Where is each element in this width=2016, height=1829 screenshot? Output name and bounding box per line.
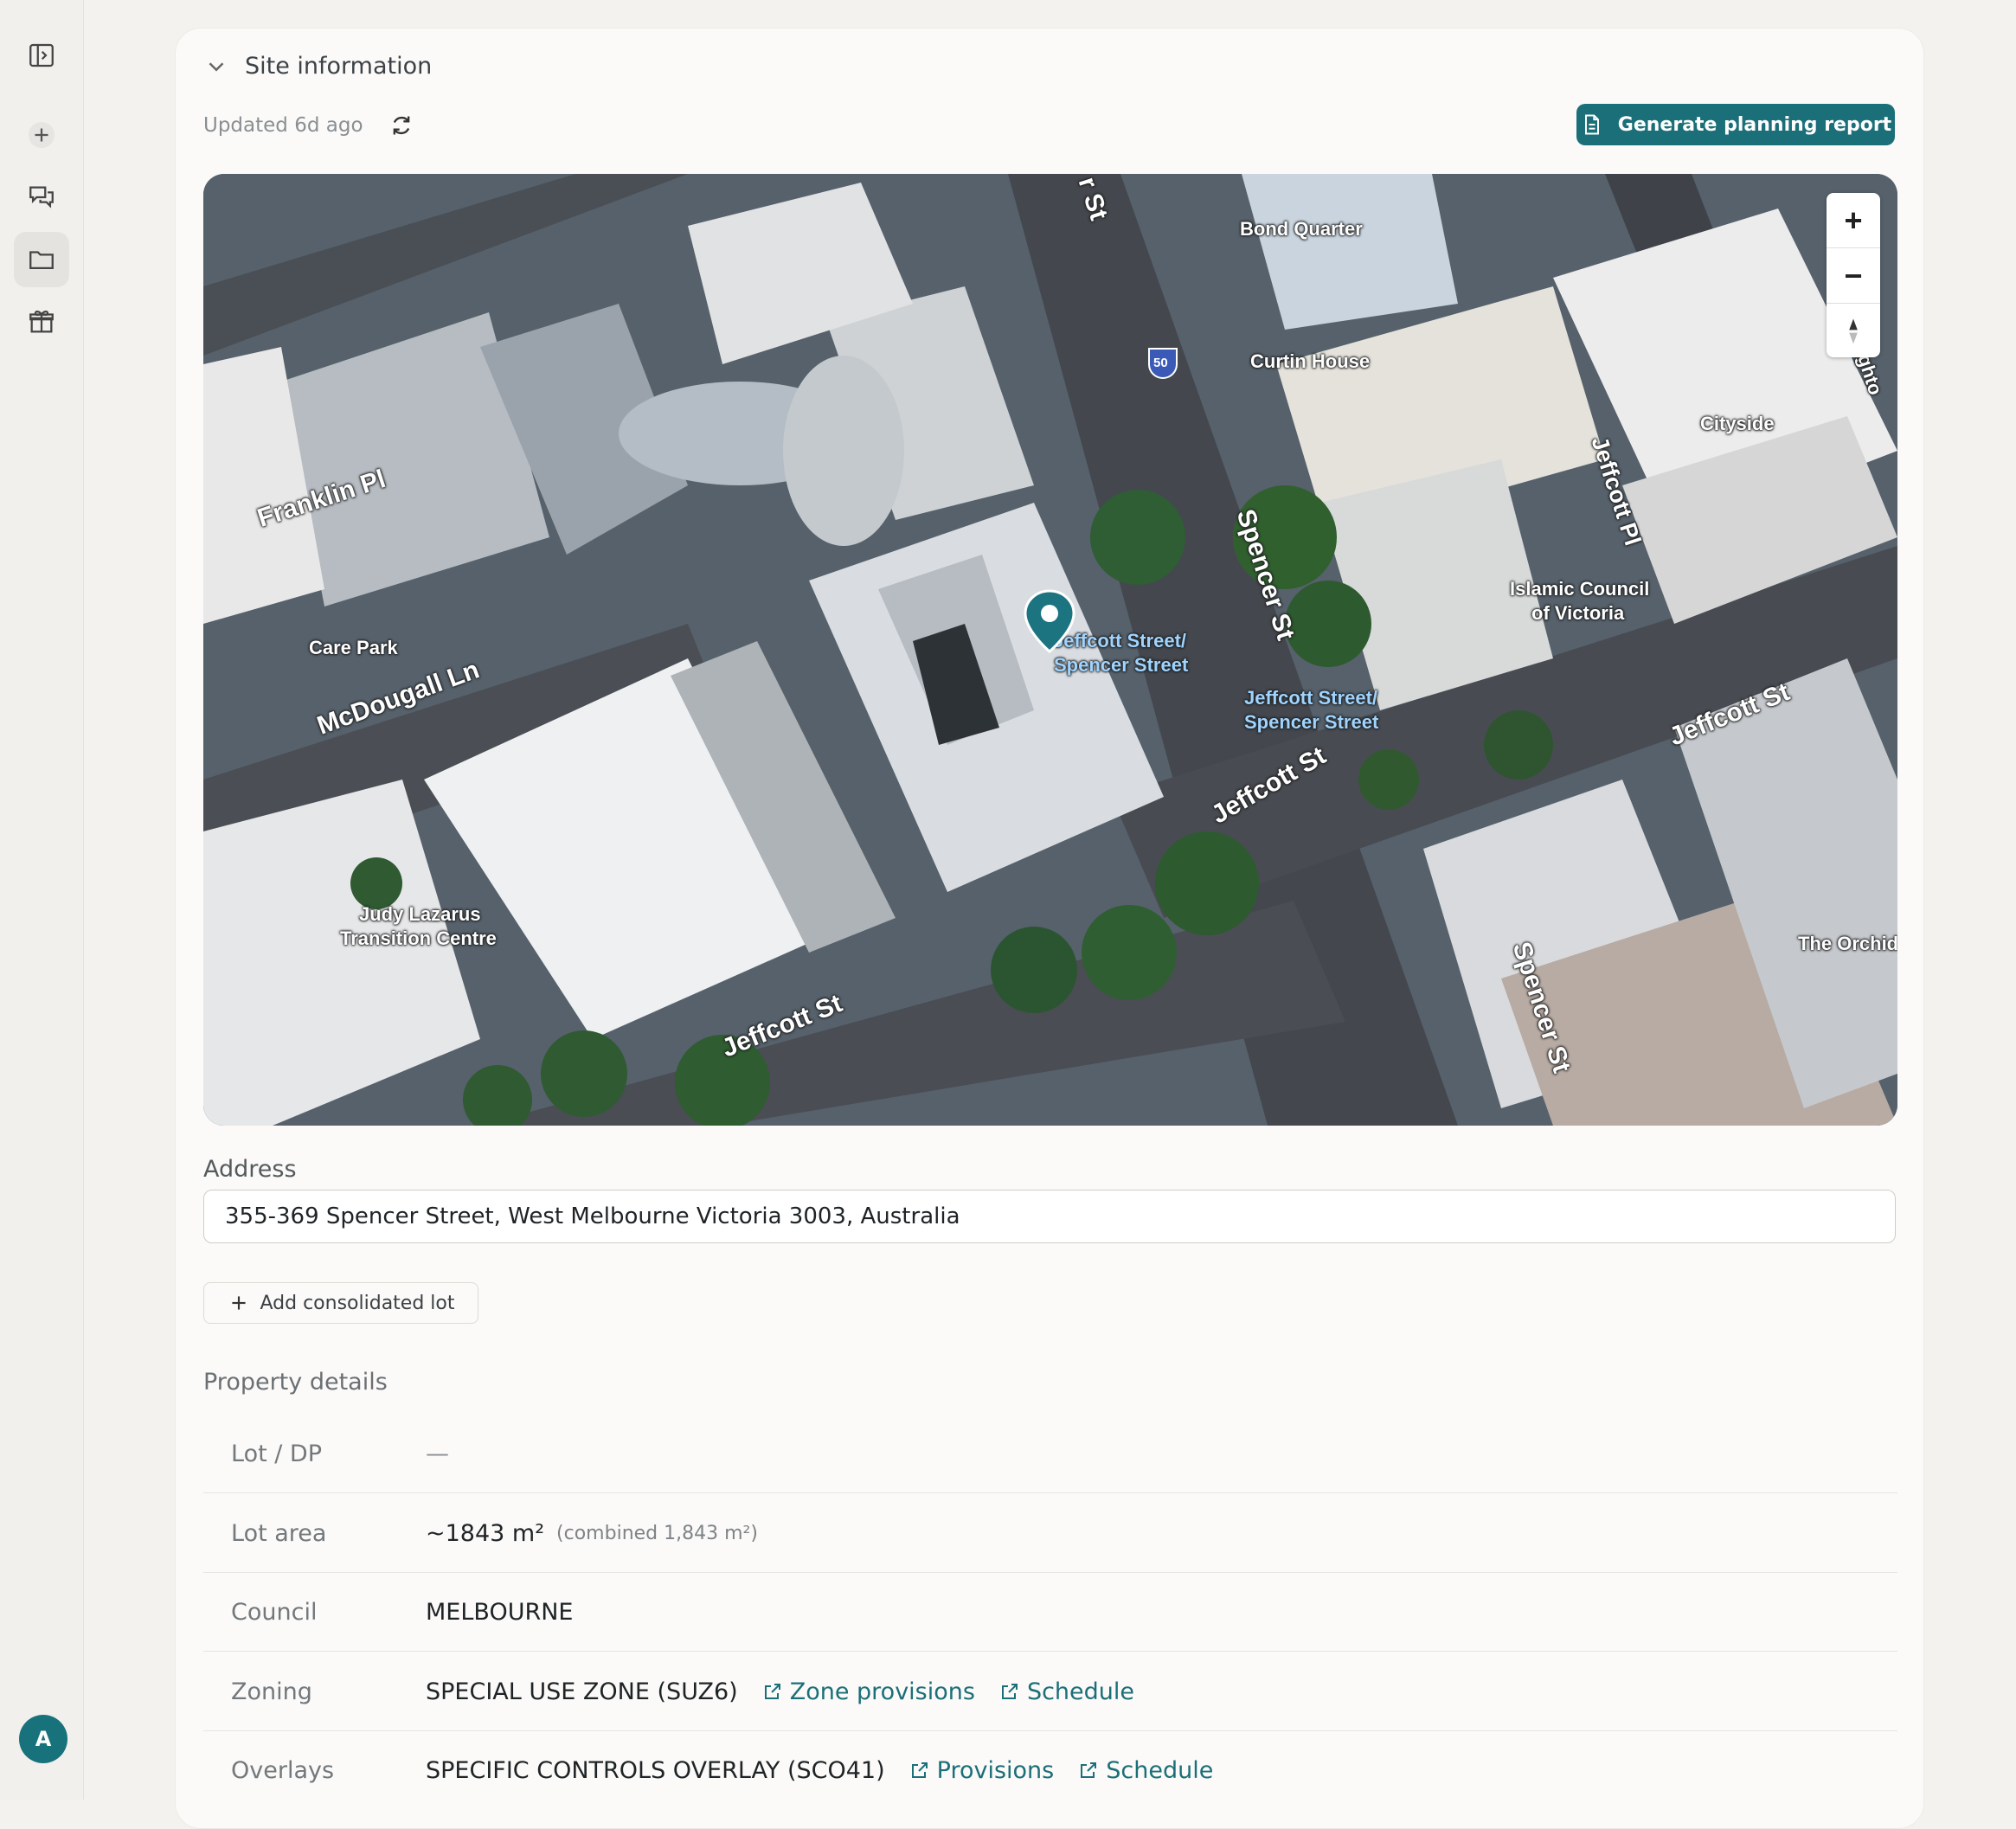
map-zoom-controls: + − xyxy=(1827,193,1880,357)
map-label-cityside: Cityside xyxy=(1700,413,1775,434)
zone-provisions-link[interactable]: Zone provisions xyxy=(762,1678,975,1705)
satellite-map[interactable]: Bond Quarter Curtin House Cityside 50 Fr… xyxy=(203,174,1897,1126)
row-overlays: Overlays SPECIFIC CONTROLS OVERLAY (SCO4… xyxy=(203,1731,1897,1809)
map-label-stop2-line1: Jeffcott Street/ xyxy=(1244,687,1378,709)
lot-area-label: Lot area xyxy=(231,1519,327,1547)
zoning-value-group: SPECIAL USE ZONE (SUZ6) Zone provisions … xyxy=(426,1678,1134,1705)
council-value: MELBOURNE xyxy=(426,1598,574,1626)
section-title: Site information xyxy=(245,53,433,80)
external-link-icon xyxy=(764,1684,780,1699)
add-consolidated-lot-button[interactable]: Add consolidated lot xyxy=(203,1282,478,1324)
external-link-icon xyxy=(1081,1762,1097,1778)
updated-status: Updated 6d ago xyxy=(203,113,414,138)
chevron-down-icon xyxy=(209,61,224,72)
lot-dp-value: — xyxy=(426,1440,449,1467)
map-label-bond-quarter: Bond Quarter xyxy=(1240,218,1363,240)
lot-area-combined: (combined 1,843 m²) xyxy=(556,1522,758,1544)
zoom-in-button[interactable]: + xyxy=(1827,193,1880,248)
zoning-label: Zoning xyxy=(231,1678,312,1705)
map-label-judy-lazarus-line1: Judy Lazarus xyxy=(359,903,481,925)
zone-provisions-label: Zone provisions xyxy=(789,1678,975,1705)
external-link-icon xyxy=(911,1762,928,1778)
overlays-label: Overlays xyxy=(231,1756,335,1784)
gifts-button[interactable] xyxy=(14,294,69,350)
map-label-curtin-house: Curtin House xyxy=(1250,350,1371,372)
document-icon xyxy=(1584,114,1599,135)
projects-button[interactable] xyxy=(14,232,69,287)
map-label-islamic-council-line1: Islamic Council xyxy=(1510,578,1650,600)
overlays-value: SPECIFIC CONTROLS OVERLAY (SCO41) xyxy=(426,1756,885,1784)
generate-planning-report-button[interactable]: Generate planning report xyxy=(1576,104,1895,145)
generate-report-label: Generate planning report xyxy=(1617,113,1892,136)
lot-area-value-group: ~1843 m² (combined 1,843 m²) xyxy=(426,1520,758,1547)
compass-button[interactable] xyxy=(1827,304,1880,358)
overlay-schedule-link[interactable]: Schedule xyxy=(1078,1757,1213,1784)
folder-icon xyxy=(29,251,54,270)
external-link-icon xyxy=(1001,1684,1018,1699)
overlay-schedule-label: Schedule xyxy=(1106,1756,1214,1784)
lot-area-value: ~1843 m² xyxy=(426,1519,545,1547)
gift-icon xyxy=(29,311,54,333)
zoning-value: SPECIAL USE ZONE (SUZ6) xyxy=(426,1678,738,1705)
toggle-sidebar-button[interactable] xyxy=(14,28,69,83)
side-rail: A xyxy=(0,0,84,1800)
location-pin-icon[interactable] xyxy=(1024,589,1075,653)
map-label-stop2-line2: Spencer Street xyxy=(1244,711,1379,733)
compass-icon xyxy=(1849,318,1858,343)
property-details-title: Property details xyxy=(203,1369,388,1396)
sidebar-toggle-icon xyxy=(29,43,54,67)
section-toggle[interactable]: Site information xyxy=(203,53,432,80)
plus-icon xyxy=(231,1296,246,1310)
updated-text: Updated 6d ago xyxy=(203,114,363,137)
map-label-stop1-line2: Spencer Street xyxy=(1054,654,1189,676)
row-lot-area: Lot area ~1843 m² (combined 1,843 m²) xyxy=(203,1494,1897,1573)
site-information-card: Site information Updated 6d ago Generate… xyxy=(175,28,1924,1829)
chats-button[interactable] xyxy=(14,170,69,225)
zoning-schedule-label: Schedule xyxy=(1026,1678,1135,1705)
overlays-value-group: SPECIFIC CONTROLS OVERLAY (SCO41) Provis… xyxy=(426,1757,1213,1784)
address-label: Address xyxy=(203,1156,297,1183)
council-label: Council xyxy=(231,1598,318,1626)
zoom-out-button[interactable]: − xyxy=(1827,248,1880,304)
map-label-judy-lazarus-line2: Transition Centre xyxy=(340,927,497,949)
map-route-shield: 50 xyxy=(1153,356,1168,370)
overlay-provisions-label: Provisions xyxy=(936,1756,1055,1784)
chat-icon xyxy=(29,186,54,209)
new-item-button[interactable] xyxy=(14,107,69,163)
plus-circle-icon xyxy=(29,122,55,148)
overlay-provisions-link[interactable]: Provisions xyxy=(909,1756,1055,1784)
map-label-the-orchid: The Orchid xyxy=(1798,933,1897,954)
row-lot-dp: Lot / DP — xyxy=(203,1415,1897,1493)
refresh-icon[interactable] xyxy=(389,113,414,138)
address-input[interactable] xyxy=(203,1190,1896,1243)
zoning-schedule-link[interactable]: Schedule xyxy=(999,1678,1134,1705)
row-zoning: Zoning SPECIAL USE ZONE (SUZ6) Zone prov… xyxy=(203,1653,1897,1731)
lot-dp-label: Lot / DP xyxy=(231,1440,323,1467)
row-council: Council MELBOURNE xyxy=(203,1573,1897,1652)
add-consolidated-lot-label: Add consolidated lot xyxy=(260,1292,455,1314)
map-label-islamic-council-line2: of Victoria xyxy=(1531,602,1625,624)
map-label-care-park: Care Park xyxy=(309,637,398,658)
user-avatar[interactable]: A xyxy=(19,1715,67,1763)
